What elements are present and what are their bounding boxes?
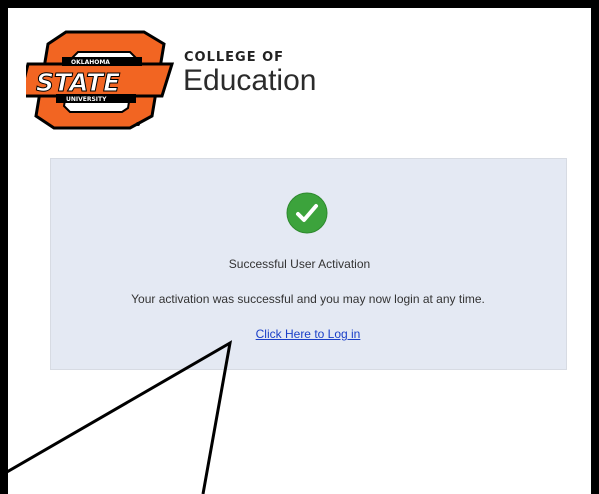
svg-text:OKLAHOMA: OKLAHOMA	[71, 59, 110, 66]
header-logo-area: OKLAHOMA STATE UNIVERSITY COLLEGE OF Edu…	[26, 24, 346, 134]
activation-message: Your activation was successful and you m…	[131, 292, 485, 306]
check-circle-icon	[286, 192, 328, 234]
login-link[interactable]: Click Here to Log in	[256, 327, 361, 341]
activation-title: Successful User Activation	[228, 257, 371, 271]
svg-text:STATE: STATE	[36, 68, 120, 97]
login-link-row: Click Here to Log in	[0, 327, 599, 341]
osu-logo-icon: OKLAHOMA STATE UNIVERSITY	[26, 30, 175, 130]
school-name: Education	[183, 64, 317, 97]
svg-text:UNIVERSITY: UNIVERSITY	[66, 96, 107, 103]
college-of-label: COLLEGE OF	[184, 50, 285, 65]
